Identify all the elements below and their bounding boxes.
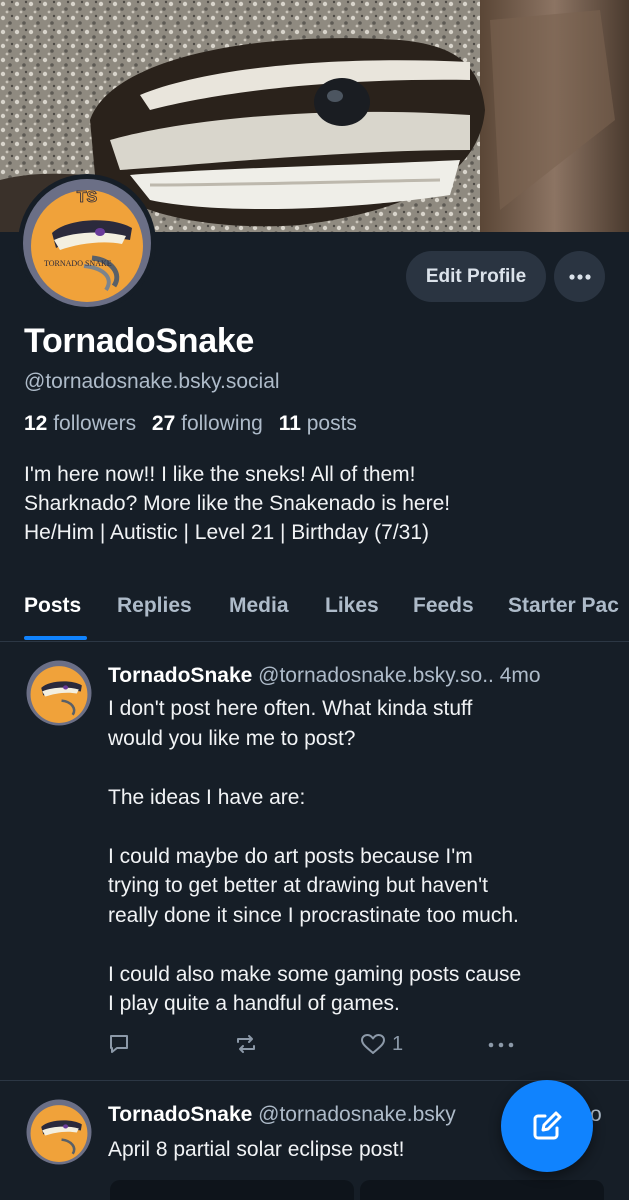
- profile-tabs: Posts Replies Media Likes Feeds Starter …: [0, 580, 629, 642]
- compose-icon: [533, 1111, 562, 1140]
- post-text: I don't post here often. What kinda stuf…: [108, 694, 521, 1019]
- post-header: TornadoSnake @tornadosnake.bsky: [108, 1103, 456, 1127]
- tab-media[interactable]: Media: [229, 594, 289, 618]
- more-options-button[interactable]: [554, 251, 605, 302]
- profile-bio: I'm here now!! I like the sneks! All of …: [24, 460, 450, 547]
- post-header: TornadoSnake @tornadosnake.bsky.so.. 4mo: [108, 664, 541, 688]
- post-author-name[interactable]: TornadoSnake: [108, 664, 252, 687]
- post-text-line: [108, 812, 521, 842]
- post-author-handle[interactable]: @tornadosnake.bsky.so..: [258, 664, 494, 687]
- post-text-line: [108, 930, 521, 960]
- followers-link[interactable]: 12 followers: [24, 412, 136, 435]
- profile-display-name: TornadoSnake: [24, 322, 255, 360]
- tab-feeds[interactable]: Feeds: [413, 594, 474, 618]
- post-text-line: would you like me to post?: [108, 726, 356, 750]
- post-text-line: [108, 753, 521, 783]
- repost-button[interactable]: [233, 1032, 259, 1056]
- repost-icon: [237, 1035, 255, 1053]
- active-tab-indicator: [24, 636, 87, 640]
- post-timestamp[interactable]: 4mo: [500, 664, 541, 687]
- ellipsis-icon: [568, 273, 591, 280]
- posts-count: 11 posts: [278, 412, 357, 435]
- post-text-line: I could maybe do art posts because I'm: [108, 844, 473, 868]
- following-link[interactable]: 27 following: [152, 412, 263, 435]
- post-media-preview[interactable]: [110, 1180, 354, 1200]
- post-media-preview[interactable]: [360, 1180, 604, 1200]
- post-text-line: I play quite a handful of games.: [108, 992, 400, 1015]
- post-text-line: I don't post here often. What kinda stuf…: [108, 697, 473, 720]
- tab-posts[interactable]: Posts: [24, 594, 81, 618]
- post-author-handle[interactable]: @tornadosnake.bsky: [258, 1103, 456, 1126]
- like-button[interactable]: 1: [360, 1032, 403, 1056]
- post-author-avatar[interactable]: [26, 1099, 92, 1165]
- reply-button[interactable]: [107, 1032, 131, 1056]
- post-text-line: really done it since I procrastinate too…: [108, 903, 519, 927]
- feed-post[interactable]: TornadoSnake @tornadosnake.bsky.so.. 4mo…: [0, 642, 629, 1080]
- bio-line: Sharknado? More like the Snakenado is he…: [24, 492, 451, 515]
- compose-post-button[interactable]: [501, 1080, 593, 1172]
- heart-icon: [361, 1034, 385, 1054]
- tab-starter-packs[interactable]: Starter Pac: [508, 594, 619, 618]
- post-text-line: trying to get better at drawing but have…: [108, 874, 488, 897]
- like-count: 1: [392, 1032, 404, 1055]
- post-text-line: The ideas I have are:: [108, 785, 306, 809]
- edit-profile-button[interactable]: Edit Profile: [406, 251, 546, 302]
- post-author-name[interactable]: TornadoSnake: [108, 1103, 252, 1126]
- ellipsis-icon: [488, 1042, 514, 1048]
- tab-replies[interactable]: Replies: [117, 594, 192, 618]
- post-text-line: April 8 partial solar eclipse post!: [108, 1138, 405, 1161]
- profile-handle: @tornadosnake.bsky.social: [24, 370, 280, 393]
- bio-line: I'm here now!! I like the sneks! All of …: [24, 463, 416, 486]
- tab-likes[interactable]: Likes: [325, 594, 379, 618]
- comment-icon: [110, 1035, 128, 1053]
- post-text-line: I could also make some gaming posts caus…: [108, 962, 522, 986]
- post-text: April 8 partial solar eclipse post!: [108, 1135, 404, 1165]
- bio-line: He/Him | Autistic | Level 21 | Birthday …: [24, 521, 430, 544]
- post-more-button[interactable]: [488, 1042, 514, 1048]
- profile-avatar[interactable]: TS TORNADO SNAKE: [18, 174, 156, 312]
- avatar-initials: TS: [77, 189, 98, 206]
- profile-stats: 12 followers 27 following 11 posts: [24, 412, 357, 436]
- post-author-avatar[interactable]: [26, 660, 92, 726]
- avatar-logo-text: TORNADO SNAKE: [44, 259, 112, 268]
